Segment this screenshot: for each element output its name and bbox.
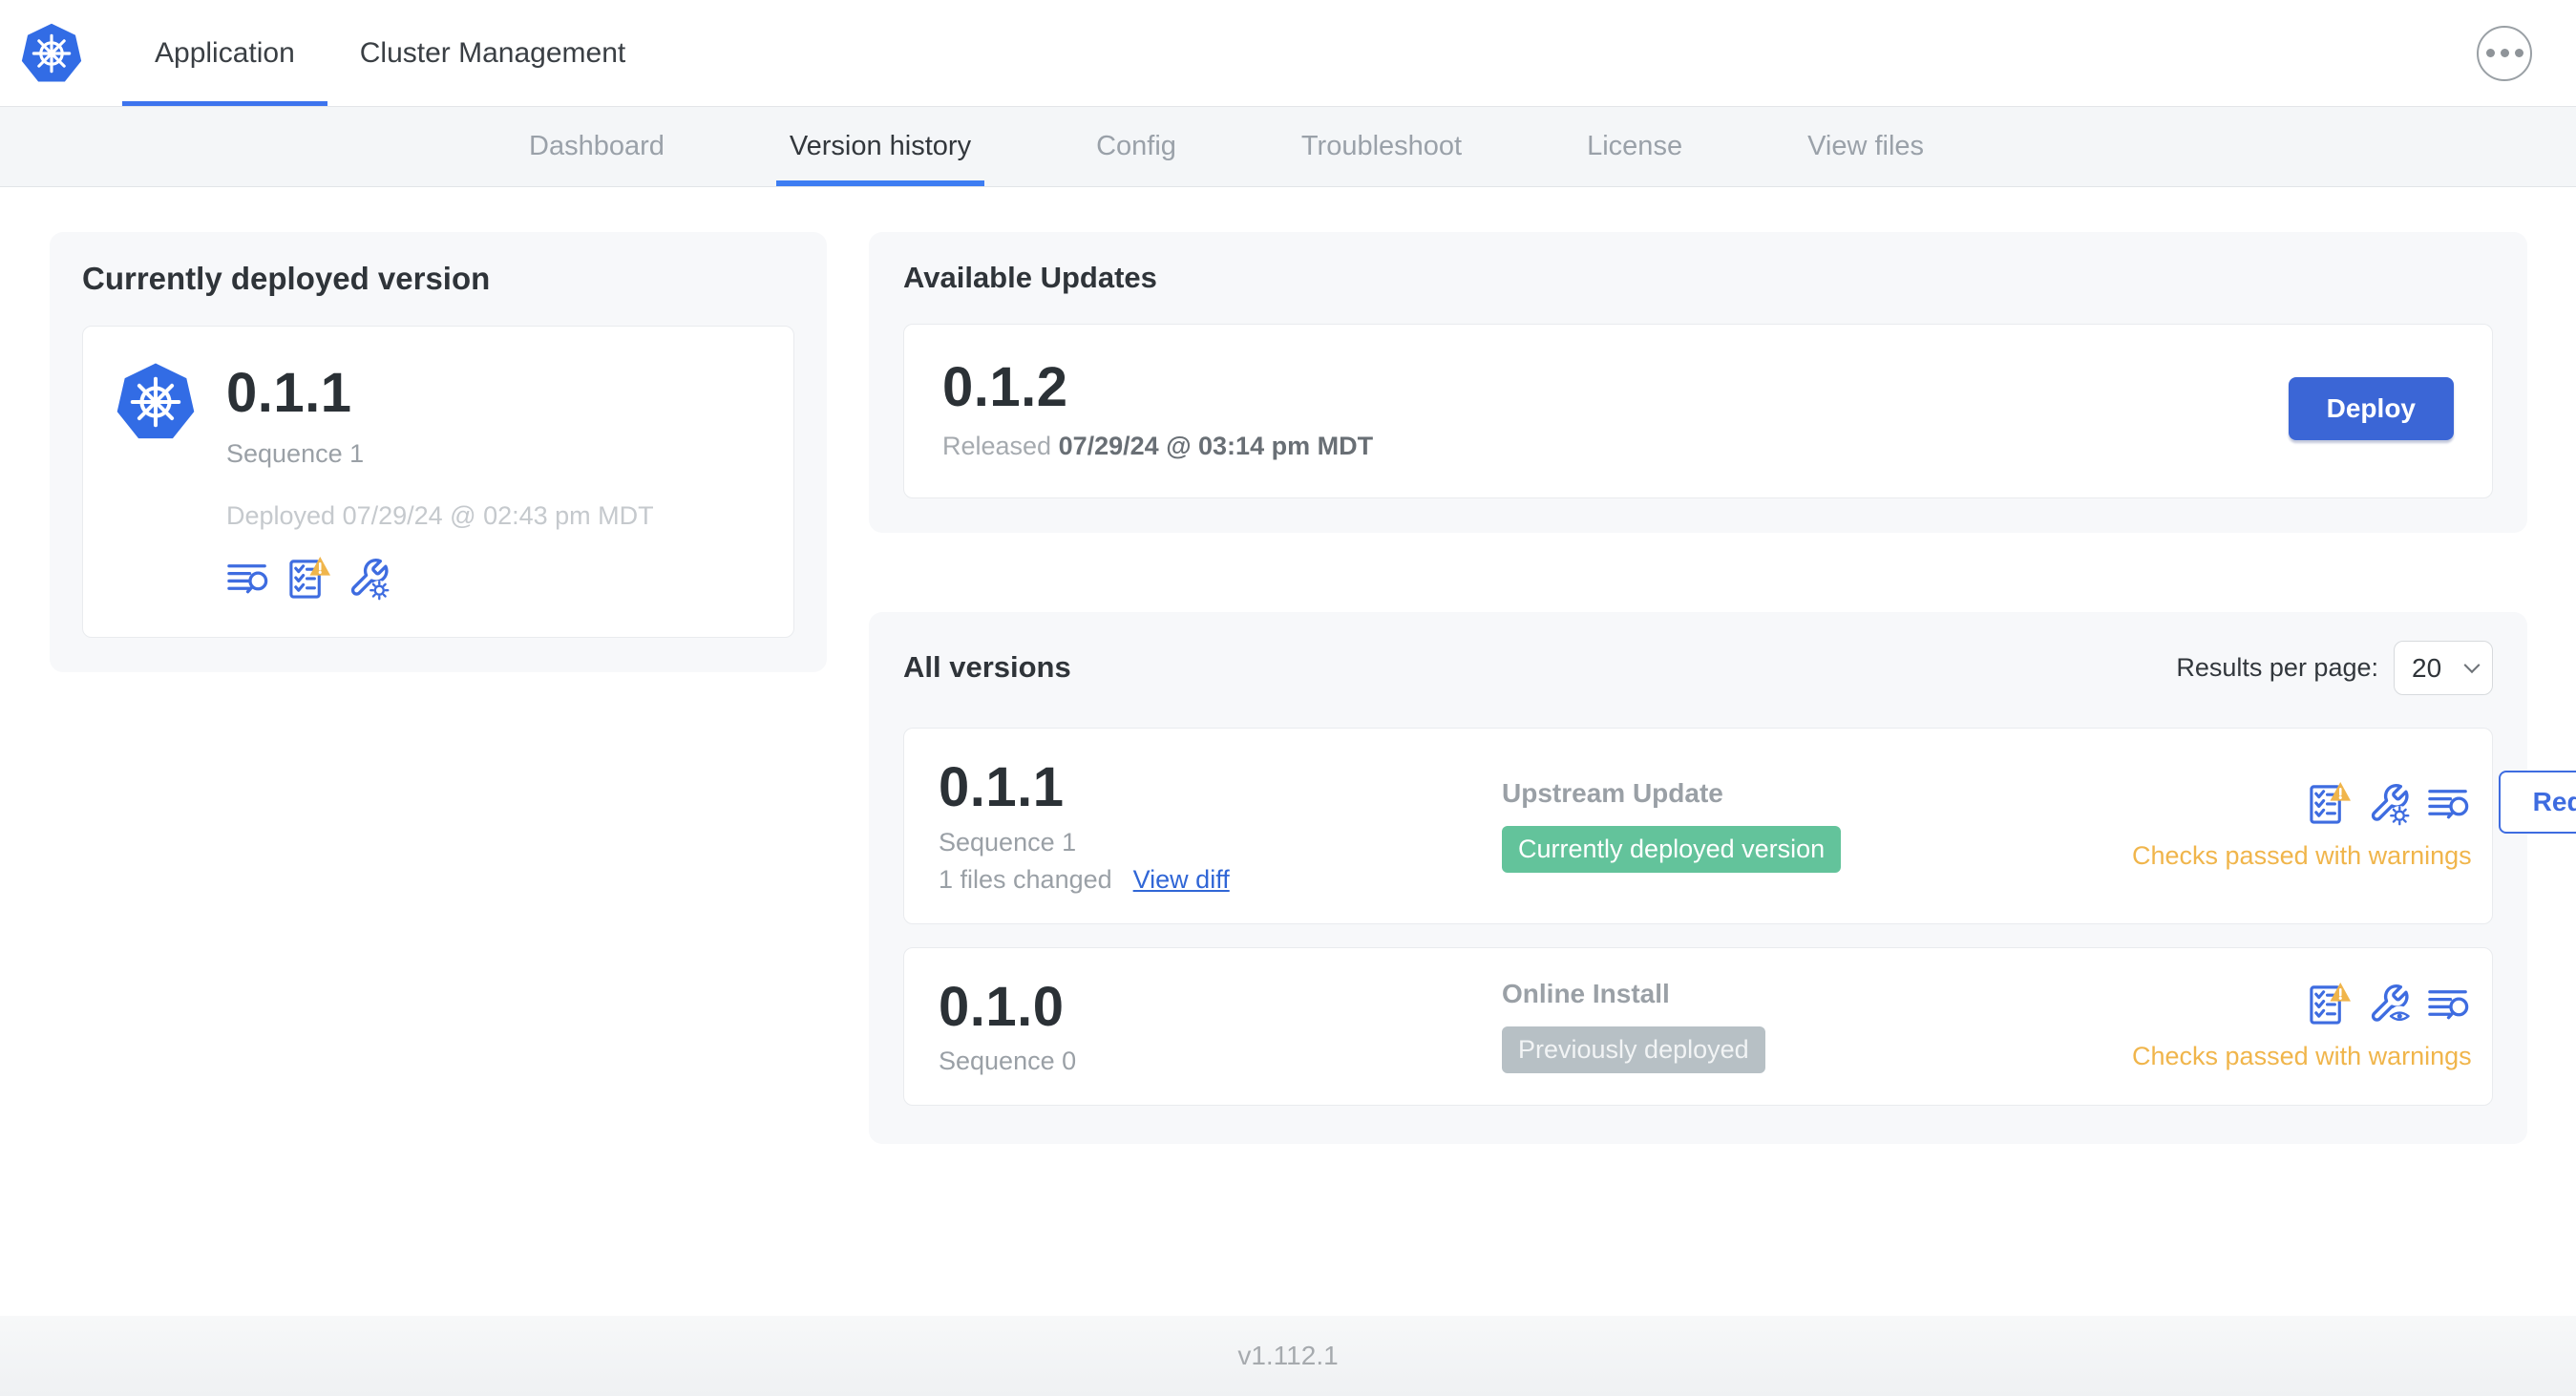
logs-search-icon[interactable] bbox=[226, 556, 271, 601]
preflight-checks-warning-icon[interactable] bbox=[2307, 982, 2352, 1026]
update-version-number: 0.1.2 bbox=[942, 356, 1068, 418]
preflight-checks-warning-icon[interactable] bbox=[2307, 781, 2352, 826]
available-updates-card: Available Updates 0.1.2 Released 07/29/2… bbox=[869, 232, 2527, 533]
ellipsis-icon bbox=[2485, 49, 2495, 57]
logs-search-icon[interactable] bbox=[2427, 982, 2472, 1026]
available-updates-title: Available Updates bbox=[903, 261, 1157, 294]
tab-cluster-management-label: Cluster Management bbox=[359, 36, 626, 69]
view-diff-link[interactable]: View diff bbox=[1133, 865, 1230, 895]
version-row: 0.1.1 Sequence 1 1 files changed View di… bbox=[903, 727, 2576, 924]
version-row: 0.1.0 Sequence 0 Online Install Previous… bbox=[903, 946, 2493, 1107]
main-content: Currently deployed version 0.1.1 Sequenc… bbox=[0, 187, 2576, 1316]
subtab-view-files[interactable]: View files bbox=[1794, 107, 1937, 186]
subtab-troubleshoot[interactable]: Troubleshoot bbox=[1288, 107, 1475, 186]
overflow-menu-button[interactable] bbox=[2477, 25, 2532, 81]
currently-deployed-title: Currently deployed version bbox=[82, 261, 491, 296]
row-sequence: Sequence 1 bbox=[939, 827, 1077, 857]
subtab-license[interactable]: License bbox=[1573, 107, 1696, 186]
all-versions-card: All versions Results per page: 20 0.1.1 … bbox=[869, 611, 2576, 1145]
deployed-version-number: 0.1.1 bbox=[226, 362, 352, 424]
deployed-sequence: Sequence 1 bbox=[226, 438, 365, 468]
console-version: v1.112.1 bbox=[1237, 1341, 1339, 1370]
top-nav: Application Cluster Management bbox=[122, 0, 658, 106]
preflight-status-text: Checks passed with warnings bbox=[2132, 840, 2472, 870]
row-files-changed: 1 files changed bbox=[939, 864, 1112, 894]
subtab-config[interactable]: Config bbox=[1083, 107, 1190, 186]
subtab-dashboard[interactable]: Dashboard bbox=[516, 107, 678, 186]
currently-deployed-card: Currently deployed version 0.1.1 Sequenc… bbox=[50, 232, 827, 672]
kubernetes-logo-icon bbox=[19, 21, 84, 86]
tab-cluster-management[interactable]: Cluster Management bbox=[327, 0, 658, 106]
deployed-timestamp: Deployed 07/29/24 @ 02:43 pm MDT bbox=[226, 500, 654, 530]
deploy-button[interactable]: Deploy bbox=[2288, 377, 2454, 441]
all-versions-title: All versions bbox=[903, 650, 1071, 685]
app-subnav: Dashboard Version history Config Trouble… bbox=[0, 107, 2576, 187]
results-per-page: Results per page: 20 bbox=[2176, 640, 2493, 695]
row-sequence: Sequence 0 bbox=[939, 1047, 1077, 1076]
top-bar: Application Cluster Management bbox=[0, 0, 2576, 107]
logs-search-icon[interactable] bbox=[2427, 781, 2472, 826]
redeploy-button[interactable]: Redeploy bbox=[2498, 770, 2576, 834]
row-source-label: Upstream Update bbox=[1502, 778, 1723, 809]
results-per-page-label: Results per page: bbox=[2176, 652, 2378, 682]
row-source-label: Online Install bbox=[1502, 979, 1670, 1009]
config-view-icon[interactable] bbox=[2367, 982, 2412, 1026]
config-edit-icon[interactable] bbox=[347, 556, 391, 601]
kubernetes-app-icon bbox=[114, 359, 198, 445]
status-badge: Previously deployed bbox=[1502, 1026, 1765, 1074]
subtab-version-history[interactable]: Version history bbox=[775, 107, 985, 186]
tab-application-label: Application bbox=[155, 36, 295, 69]
preflight-status-text: Checks passed with warnings bbox=[2132, 1041, 2472, 1070]
page-footer: v1.112.1 bbox=[0, 1316, 2576, 1396]
deployed-version-panel: 0.1.1 Sequence 1 Deployed 07/29/24 @ 02:… bbox=[82, 326, 794, 638]
update-row: 0.1.2 Released 07/29/24 @ 03:14 pm MDT D… bbox=[903, 324, 2493, 498]
status-badge: Currently deployed version bbox=[1502, 826, 1842, 874]
config-edit-icon[interactable] bbox=[2367, 781, 2412, 826]
row-version-number: 0.1.1 bbox=[939, 755, 1065, 818]
tab-application[interactable]: Application bbox=[122, 0, 327, 106]
row-version-number: 0.1.0 bbox=[939, 975, 1065, 1038]
update-released-line: Released 07/29/24 @ 03:14 pm MDT bbox=[942, 431, 1374, 460]
preflight-checks-warning-icon[interactable] bbox=[286, 556, 331, 601]
results-per-page-select[interactable]: 20 bbox=[2394, 640, 2493, 695]
update-released-timestamp: 07/29/24 @ 03:14 pm MDT bbox=[1058, 431, 1374, 460]
